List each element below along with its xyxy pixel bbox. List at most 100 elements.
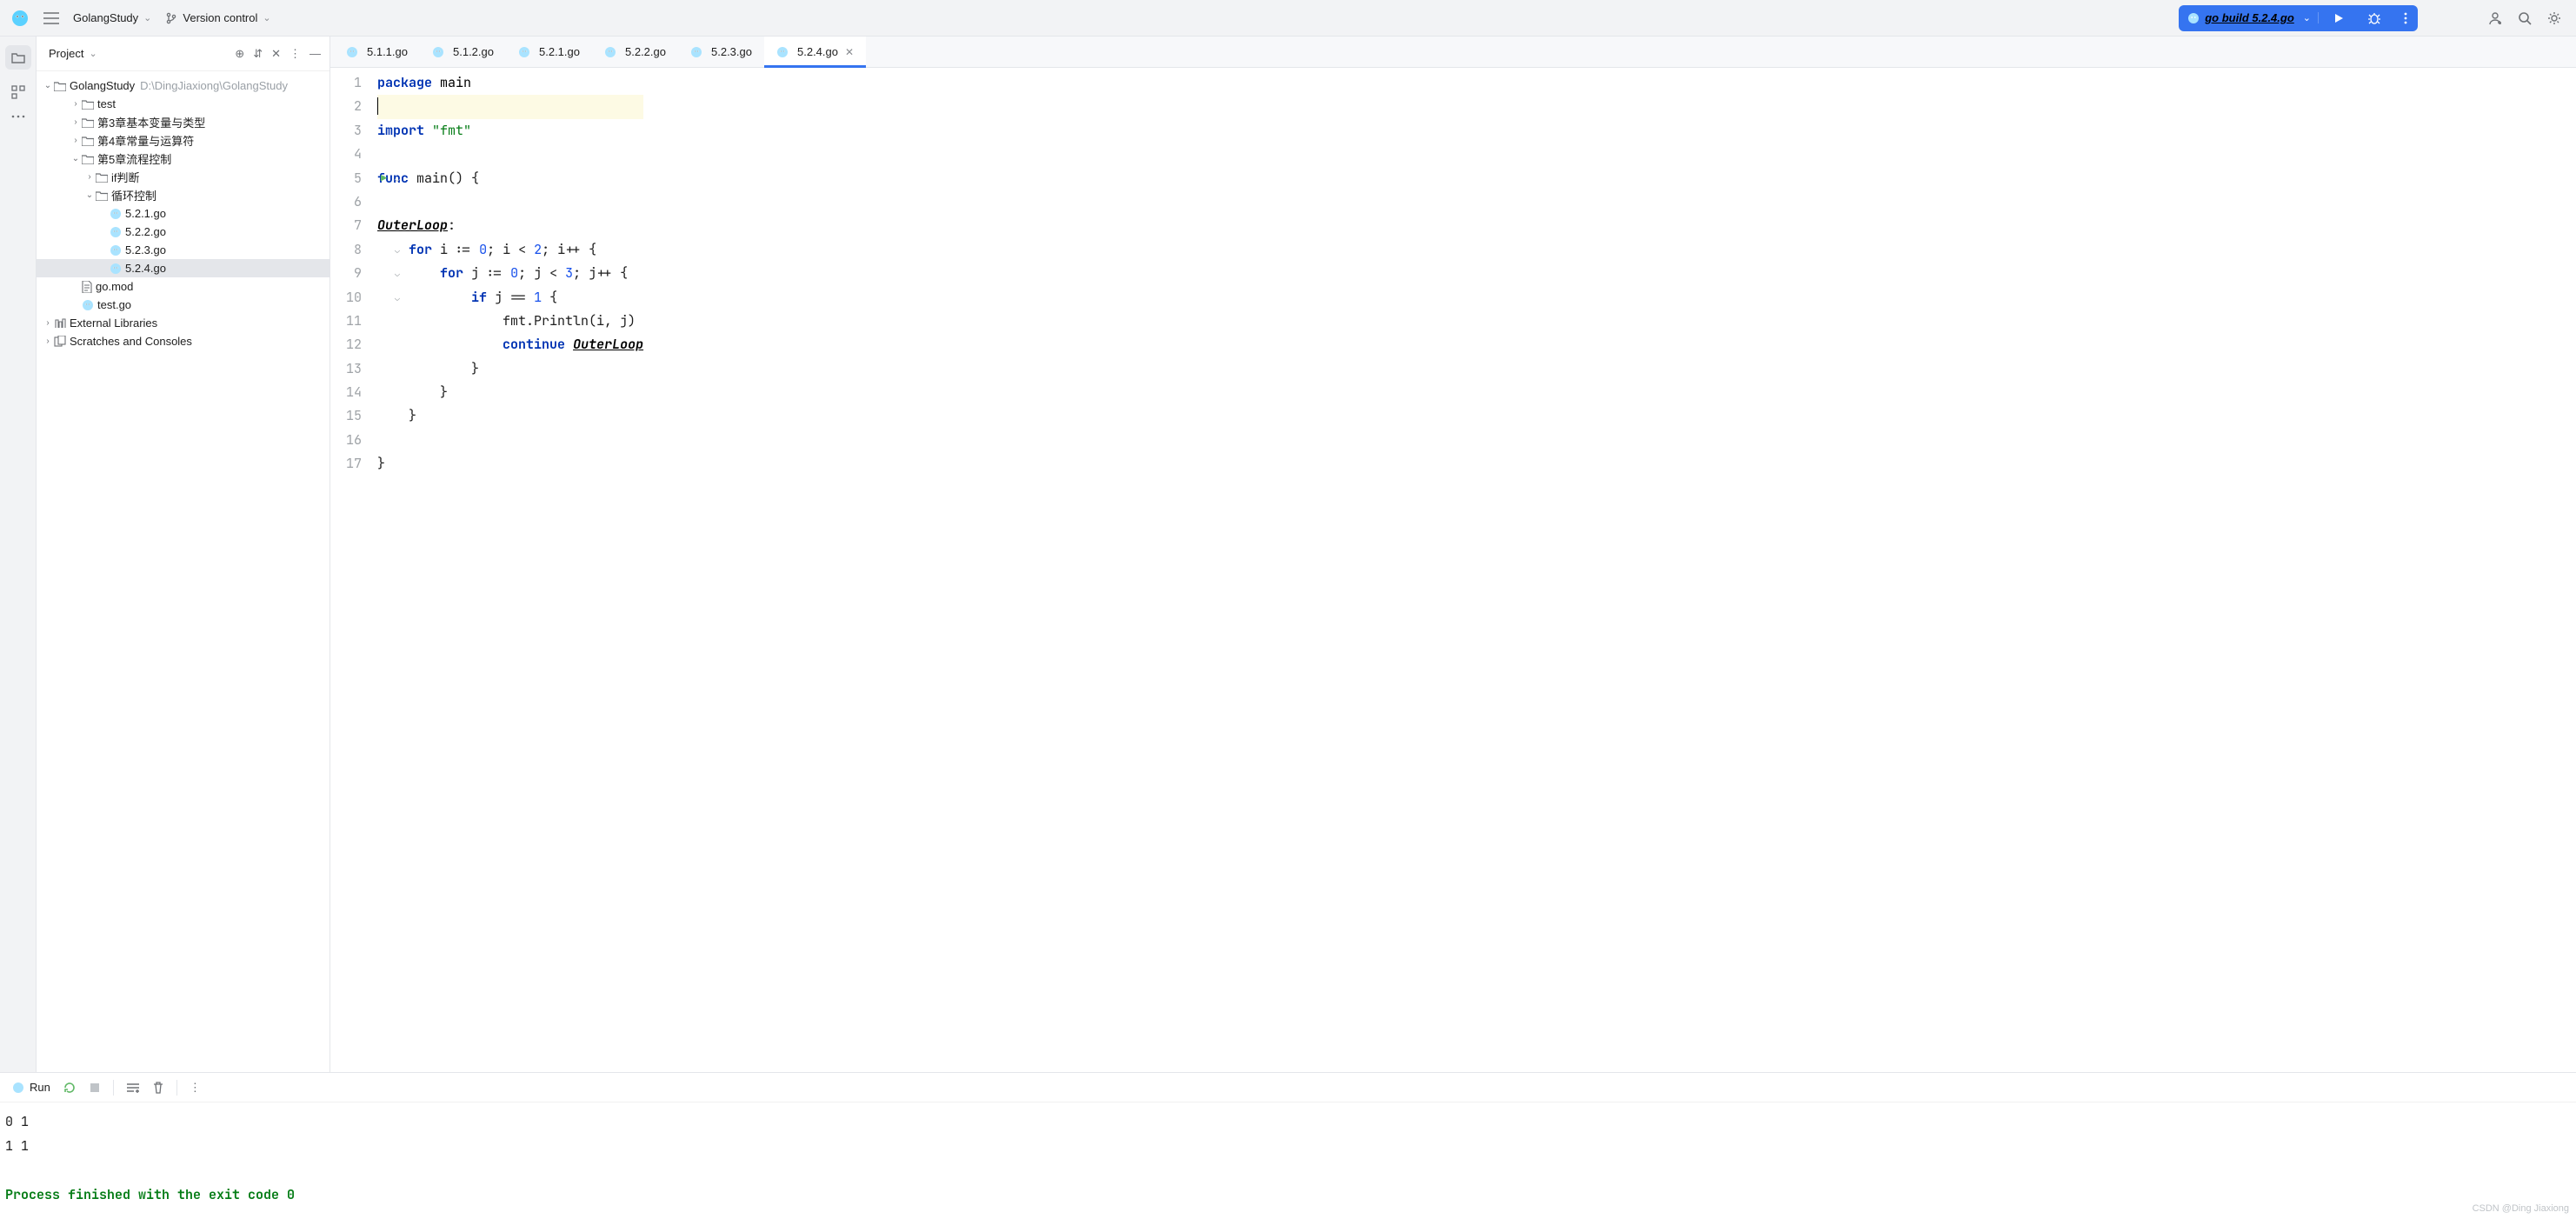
titlebar: GolangStudy ⌄ Version control ⌄ go build… <box>0 0 2576 37</box>
twist-icon: ⌄ <box>83 190 96 200</box>
go-file-icon <box>776 46 789 58</box>
tree-item-label: 5.2.4.go <box>125 262 166 275</box>
tree-item-if判断[interactable]: › if判断 <box>37 168 329 186</box>
tab-5.2.2.go[interactable]: 5.2.2.go <box>592 37 678 67</box>
chevron-down-icon: ⌄ <box>2300 12 2319 23</box>
run-configuration[interactable]: go build 5.2.4.go ⌄ <box>2179 5 2418 31</box>
tree-item-5.2.3.go[interactable]: 5.2.3.go <box>37 241 329 259</box>
go-file-icon <box>346 46 358 58</box>
main-menu-icon[interactable] <box>43 12 59 24</box>
tree-item-label: test <box>97 97 116 110</box>
hide-icon[interactable]: — <box>310 47 321 61</box>
main-area: Project ⌄ ⊕ ⇵ ✕ ⋮ — ⌄ GolangStudy D:\DingJ… <box>0 37 2576 1072</box>
delete-button[interactable] <box>152 1081 164 1095</box>
tree-item-go.mod[interactable]: go.mod <box>37 277 329 296</box>
tab-5.1.1.go[interactable]: 5.1.1.go <box>334 37 420 67</box>
tree-item-label: 5.2.3.go <box>125 243 166 256</box>
go-file-icon <box>432 46 444 58</box>
project-tool-button[interactable] <box>5 45 31 70</box>
code-with-me-icon[interactable] <box>2484 7 2506 30</box>
tree-root[interactable]: ⌄ GolangStudy D:\DingJiaxiong\GolangStudy <box>37 77 329 95</box>
tree-item-5.2.4.go[interactable]: 5.2.4.go <box>37 259 329 277</box>
scratches-consoles[interactable]: ›Scratches and Consoles <box>37 332 329 350</box>
run-button[interactable] <box>2324 12 2353 24</box>
debug-button[interactable] <box>2359 12 2390 24</box>
more-actions-button[interactable] <box>2395 12 2416 24</box>
tree-item-label: 第4章常量与运算符 <box>97 132 194 149</box>
rerun-button[interactable] <box>63 1081 77 1095</box>
watermark: CSDN @Ding Jiaxiong <box>2473 1203 2569 1214</box>
tree-item-第5章流程控制[interactable]: ⌄第5章流程控制 <box>37 150 329 168</box>
tree-item-label: 5.2.2.go <box>125 225 166 238</box>
search-icon[interactable] <box>2513 7 2536 30</box>
layout-button[interactable] <box>126 1082 140 1094</box>
twist-icon: ⌄ <box>42 81 54 90</box>
tree-item-test.go[interactable]: test.go <box>37 296 329 314</box>
external-libraries[interactable]: › External Libraries <box>37 314 329 332</box>
project-pane-header: Project ⌄ ⊕ ⇵ ✕ ⋮ — <box>37 37 329 71</box>
code-editor[interactable]: 12345▶⌄678⌄9⌄10⌄11121314151617 package m… <box>330 68 2576 1072</box>
twist-icon: › <box>70 99 82 109</box>
line-gutter: 12345▶⌄678⌄9⌄10⌄11121314151617 <box>330 68 370 1072</box>
tree-item-5.2.1.go[interactable]: 5.2.1.go <box>37 204 329 223</box>
go-file-icon <box>690 46 702 58</box>
vcs-dropdown[interactable]: Version control ⌄ <box>165 11 270 24</box>
tree-item-test[interactable]: › test <box>37 95 329 113</box>
tree-item-label: test.go <box>97 298 131 311</box>
run-gutter-icon[interactable]: ▶ <box>381 167 387 190</box>
tab-5.2.4.go[interactable]: 5.2.4.go ✕ <box>764 37 866 67</box>
tab-label: 5.2.2.go <box>625 45 666 58</box>
options-icon[interactable]: ⋮ <box>290 47 301 61</box>
more-tools-button[interactable] <box>11 115 25 118</box>
tree-item-label: if判断 <box>111 169 140 185</box>
tab-label: 5.2.3.go <box>711 45 752 58</box>
tree-item-label: 第3章基本变量与类型 <box>97 114 205 130</box>
fold-icon[interactable]: ⌄ <box>395 167 400 190</box>
tree-item-label: 循环控制 <box>111 187 156 203</box>
tree-item-label: 5.2.1.go <box>125 207 166 220</box>
tree-item-label: External Libraries <box>70 316 157 330</box>
fold-icon[interactable]: ⌄ <box>395 286 400 310</box>
structure-tool-button[interactable] <box>11 85 25 99</box>
fold-icon[interactable]: ⌄ <box>395 262 400 285</box>
tree-item-第3章基本变量与类型[interactable]: ›第3章基本变量与类型 <box>37 113 329 131</box>
tab-label: 5.1.1.go <box>367 45 408 58</box>
expand-icon[interactable]: ⇵ <box>253 47 263 61</box>
tree-item-第4章常量与运算符[interactable]: › 第4章常量与运算符 <box>37 131 329 150</box>
tab-label: 5.2.4.go <box>797 45 838 58</box>
chevron-down-icon: ⌄ <box>89 48 97 59</box>
run-panel-header: Run ⋮ <box>0 1073 2576 1102</box>
fold-icon[interactable]: ⌄ <box>395 238 400 262</box>
project-name: GolangStudy <box>73 11 138 24</box>
close-pane-icon[interactable]: ✕ <box>271 47 281 61</box>
vcs-label: Version control <box>183 11 257 24</box>
tree-item-label: GolangStudy <box>70 79 135 92</box>
project-pane-title[interactable]: Project ⌄ <box>49 47 97 60</box>
go-file-icon <box>12 1082 24 1094</box>
tree-item-path: D:\DingJiaxiong\GolangStudy <box>140 79 288 92</box>
more-run-actions[interactable]: ⋮ <box>190 1081 201 1095</box>
project-pane: Project ⌄ ⊕ ⇵ ✕ ⋮ — ⌄ GolangStudy D:\DingJ… <box>37 37 330 1072</box>
tab-5.1.2.go[interactable]: 5.1.2.go <box>420 37 506 67</box>
tab-5.2.3.go[interactable]: 5.2.3.go <box>678 37 764 67</box>
twist-icon: › <box>70 136 82 145</box>
tree-item-循环控制[interactable]: ⌄ 循环控制 <box>37 186 329 204</box>
settings-icon[interactable] <box>2543 7 2566 30</box>
project-dropdown[interactable]: GolangStudy ⌄ <box>73 11 151 24</box>
twist-icon: › <box>42 318 54 328</box>
stop-button[interactable] <box>89 1082 101 1094</box>
go-file-icon <box>2187 12 2200 24</box>
run-panel: Run ⋮ 0 11 1 Process finished with the e… <box>0 1072 2576 1219</box>
project-tree[interactable]: ⌄ GolangStudy D:\DingJiaxiong\GolangStudy ›… <box>37 71 329 1072</box>
locate-icon[interactable]: ⊕ <box>235 47 244 61</box>
editor-area: 5.1.1.go 5.1.2.go 5.2.1.go 5.2.2.go 5.2.3.go… <box>330 37 2576 1072</box>
twist-icon: › <box>83 172 96 182</box>
run-panel-title[interactable]: Run <box>12 1081 50 1094</box>
tab-label: 5.2.1.go <box>539 45 580 58</box>
tree-item-5.2.2.go[interactable]: 5.2.2.go <box>37 223 329 241</box>
run-output[interactable]: 0 11 1 Process finished with the exit co… <box>0 1102 2576 1219</box>
code-body[interactable]: package main import "fmt"func main() {Ou… <box>370 68 643 1072</box>
close-tab-icon[interactable]: ✕ <box>845 46 854 58</box>
app-icon <box>10 9 30 28</box>
tab-5.2.1.go[interactable]: 5.2.1.go <box>506 37 592 67</box>
